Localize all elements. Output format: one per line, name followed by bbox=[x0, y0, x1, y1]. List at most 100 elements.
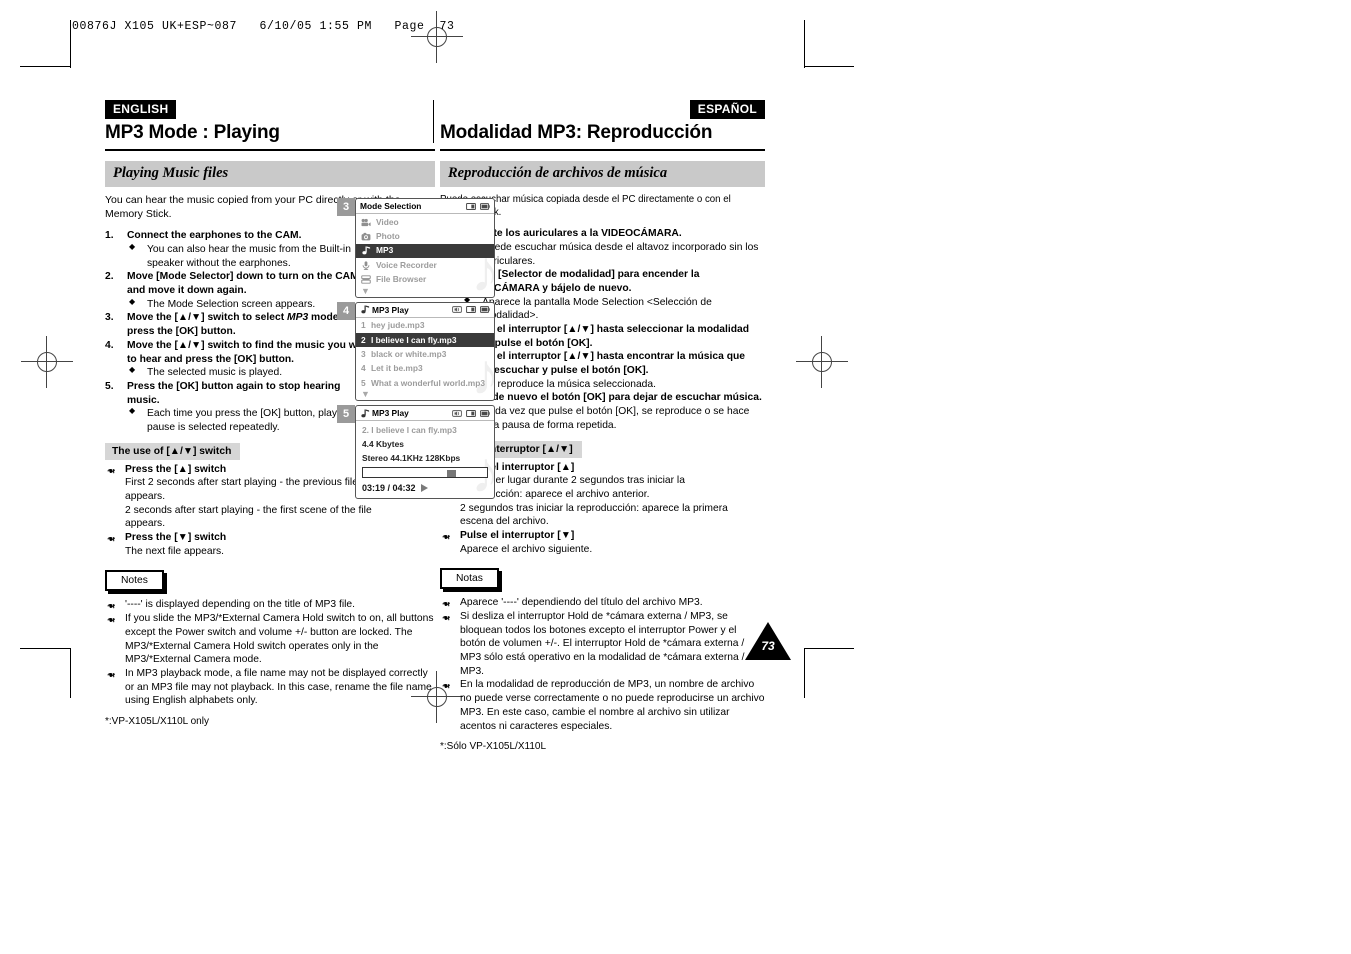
note-text: In MP3 playback mode, a file name may no… bbox=[125, 667, 432, 707]
note-item: ❧ En la modalidad de reproducción de MP3,… bbox=[440, 678, 765, 733]
step-item: 3. Move the [▲/▼] switch to select MP3 mo… bbox=[105, 311, 373, 338]
lcd-item-label: Voice Recorder bbox=[376, 259, 437, 270]
lcd-item-label: File Browser bbox=[376, 273, 427, 284]
lcd-item-label: hey jude.mp3 bbox=[371, 320, 425, 331]
step-item: 2. Move [Mode Selector] down to turn on t… bbox=[105, 270, 373, 311]
lcd-item-label: Let it be.mp3 bbox=[371, 363, 423, 374]
page-content: ENGLISH MP3 Mode : Playing Playing Music… bbox=[105, 100, 765, 752]
english-section-heading: Playing Music files bbox=[105, 161, 435, 187]
lcd-body: Video Photo MP3 Voice Recorder File Browser ▼ bbox=[356, 214, 494, 297]
lcd-list-item[interactable]: 5 What a wonderful world.mp3 bbox=[356, 376, 494, 390]
step-sub-bullet: ◆Puede escuchar música desde el altavoz … bbox=[462, 240, 765, 268]
lcd-body: 2. I believe I can fly.mp3 4.4 Kbytes Ster… bbox=[356, 421, 494, 498]
english-notes-label: Notes bbox=[105, 570, 164, 592]
lcd-item-icon bbox=[361, 232, 372, 241]
lcd-list-item[interactable]: File Browser bbox=[356, 272, 494, 286]
spanish-notes-label: Notas bbox=[440, 568, 499, 590]
lcd-screenshot: 3♪Mode SelectionVideoPhotoMP3Voice Recor… bbox=[337, 198, 500, 298]
diamond-bullet-icon: ◆ bbox=[129, 406, 136, 416]
music-note-icon bbox=[361, 305, 370, 314]
crop-mark-bottom-right-h bbox=[804, 648, 854, 649]
lcd-progress-bar[interactable] bbox=[362, 467, 488, 479]
lcd-body: 1 hey jude.mp3 2 I believe I can fly.mp3 3 bl… bbox=[356, 318, 494, 401]
crop-mark-bottom-left-v bbox=[70, 648, 71, 698]
lcd-item-icon bbox=[361, 261, 372, 270]
crop-mark-top-left-v bbox=[70, 20, 71, 68]
lcd-list-item[interactable]: 3 black or white.mp3 bbox=[356, 347, 494, 361]
lcd-status-icon bbox=[452, 409, 463, 418]
step-item: 5. Press the [OK] button again to stop he… bbox=[105, 380, 373, 435]
lcd-step-number: 5 bbox=[337, 405, 355, 424]
lcd-title-text: MP3 Play bbox=[372, 408, 409, 419]
step-sub-bullet: ◆ You can also hear the music from the Bu… bbox=[129, 242, 351, 269]
clover-bullet-icon: ❧ bbox=[107, 613, 116, 625]
switch-bullet-line: 2 seconds after start playing - the firs… bbox=[125, 504, 372, 530]
lcd-progress-knob[interactable] bbox=[447, 469, 457, 477]
lcd-item-label: Photo bbox=[376, 230, 400, 241]
step-number: 2. bbox=[105, 271, 114, 283]
lcd-title-bar: MP3 Play bbox=[356, 303, 494, 318]
switch-bullet-line: En primer lugar durante 2 segundos tras … bbox=[460, 475, 685, 500]
lcd-panel: ♪MP3 Play1hey jude.mp32I believe I can f… bbox=[355, 301, 495, 402]
switch-bullet-line: Aparece el archivo siguiente. bbox=[460, 543, 593, 555]
page-number-badge: 73 bbox=[745, 622, 791, 662]
switch-bullet-item: ❧ Pulse el interruptor [▼] Aparece el arch… bbox=[440, 529, 740, 556]
clover-bullet-icon: ❧ bbox=[107, 599, 116, 611]
lcd-scroll-down-icon[interactable]: ▼ bbox=[356, 286, 494, 295]
lcd-item-icon bbox=[361, 218, 372, 227]
switch-bullet-title: Pulse el interruptor [▲] bbox=[460, 461, 575, 473]
lcd-list-item[interactable]: 1 hey jude.mp3 bbox=[356, 319, 494, 333]
english-switch-list: ❧ Press the [▲] switch First 2 seconds aft… bbox=[105, 463, 383, 559]
english-steps-list: 1. Connect the earphones to the CAM. ◆ You … bbox=[105, 229, 373, 434]
microphone-icon bbox=[362, 261, 370, 270]
step-text: Move [Mode Selector] down to turn on the… bbox=[127, 271, 359, 297]
step-text-emphasis: MP3 bbox=[287, 312, 309, 324]
switch-bullet-title: Press the [▲] switch bbox=[125, 463, 227, 475]
lcd-list-item-selected[interactable]: MP3 bbox=[356, 243, 494, 259]
note-item: ❧ Si desliza el interruptor Hold de *cáma… bbox=[440, 610, 765, 678]
spanish-language-tag: ESPAÑOL bbox=[689, 100, 765, 119]
video-camera-icon bbox=[361, 218, 371, 226]
lcd-title-text: MP3 Play bbox=[372, 304, 409, 315]
memory-card-icon bbox=[466, 409, 476, 417]
lcd-time-text: 03:19 / 04:32 bbox=[362, 483, 416, 494]
spanish-notes-list: ❧ Aparece '----' dependiendo del título d… bbox=[440, 596, 765, 733]
switch-bullet-title: Press the [▼] switch bbox=[125, 532, 227, 544]
lcd-scroll-down-icon[interactable]: ▼ bbox=[356, 390, 494, 399]
lcd-list-item[interactable]: Photo bbox=[356, 229, 494, 243]
lcd-item-label: Video bbox=[376, 216, 399, 227]
step-text: Press the [OK] button again to stop hear… bbox=[127, 380, 341, 406]
note-item: ❧ In MP3 playback mode, a file name may n… bbox=[105, 667, 435, 708]
registration-mark-right bbox=[796, 336, 848, 388]
lcd-item-icon bbox=[361, 275, 372, 284]
clover-bullet-icon: ❧ bbox=[107, 463, 116, 475]
lcd-list-item[interactable]: 4 Let it be.mp3 bbox=[356, 362, 494, 376]
play-icon[interactable] bbox=[420, 484, 428, 493]
switch-bullet-title: Pulse el interruptor [▼] bbox=[460, 529, 575, 541]
english-switch-heading: The use of [▲/▼] switch bbox=[105, 442, 241, 460]
diamond-bullet-icon: ◆ bbox=[129, 365, 136, 375]
lcd-title-icon bbox=[360, 305, 370, 314]
lcd-list-item-selected[interactable]: 2 I believe I can fly.mp3 bbox=[356, 333, 494, 348]
step-text: Move the [▲/▼] switch to find the music … bbox=[127, 339, 373, 365]
lcd-list-item[interactable]: Video bbox=[356, 215, 494, 229]
lcd-panel: ♪MP3 Play2. I believe I can fly.mp34.4 K… bbox=[355, 405, 495, 500]
english-footnote: *:VP-X105L/X110L only bbox=[105, 715, 209, 727]
lcd-list-item[interactable]: Voice Recorder bbox=[356, 258, 494, 272]
lcd-title-icon bbox=[360, 409, 370, 418]
lcd-step-number: 4 bbox=[337, 301, 355, 320]
lcd-status-icon bbox=[480, 305, 491, 314]
step-sub-bullet: ◆ Aparece la pantalla Mode Selection <Sel… bbox=[464, 294, 712, 322]
clover-bullet-icon: ❧ bbox=[107, 532, 116, 544]
step-text: Pulse de nuevo el botón [OK] para dejar … bbox=[462, 392, 762, 404]
note-text: '----' is displayed depending on the tit… bbox=[125, 599, 356, 611]
switch-bullet-item: ❧ Press the [▼] switch The next file appea… bbox=[105, 531, 383, 558]
manual-page: 00876J X105 UK+ESP~087 6/10/05 1:55 PM P… bbox=[0, 0, 1351, 954]
lcd-status-icon bbox=[480, 202, 491, 211]
spanish-page-title: Modalidad MP3: Reproducción bbox=[440, 122, 713, 143]
crop-mark-bottom-right-v bbox=[804, 648, 805, 698]
crop-mark-bottom-left-h bbox=[20, 648, 70, 649]
music-note-icon bbox=[361, 409, 370, 418]
switch-bullet-item: ❧ Press the [▲] switch First 2 seconds aft… bbox=[105, 463, 383, 531]
note-text: Si desliza el interruptor Hold de *cámar… bbox=[460, 611, 745, 677]
